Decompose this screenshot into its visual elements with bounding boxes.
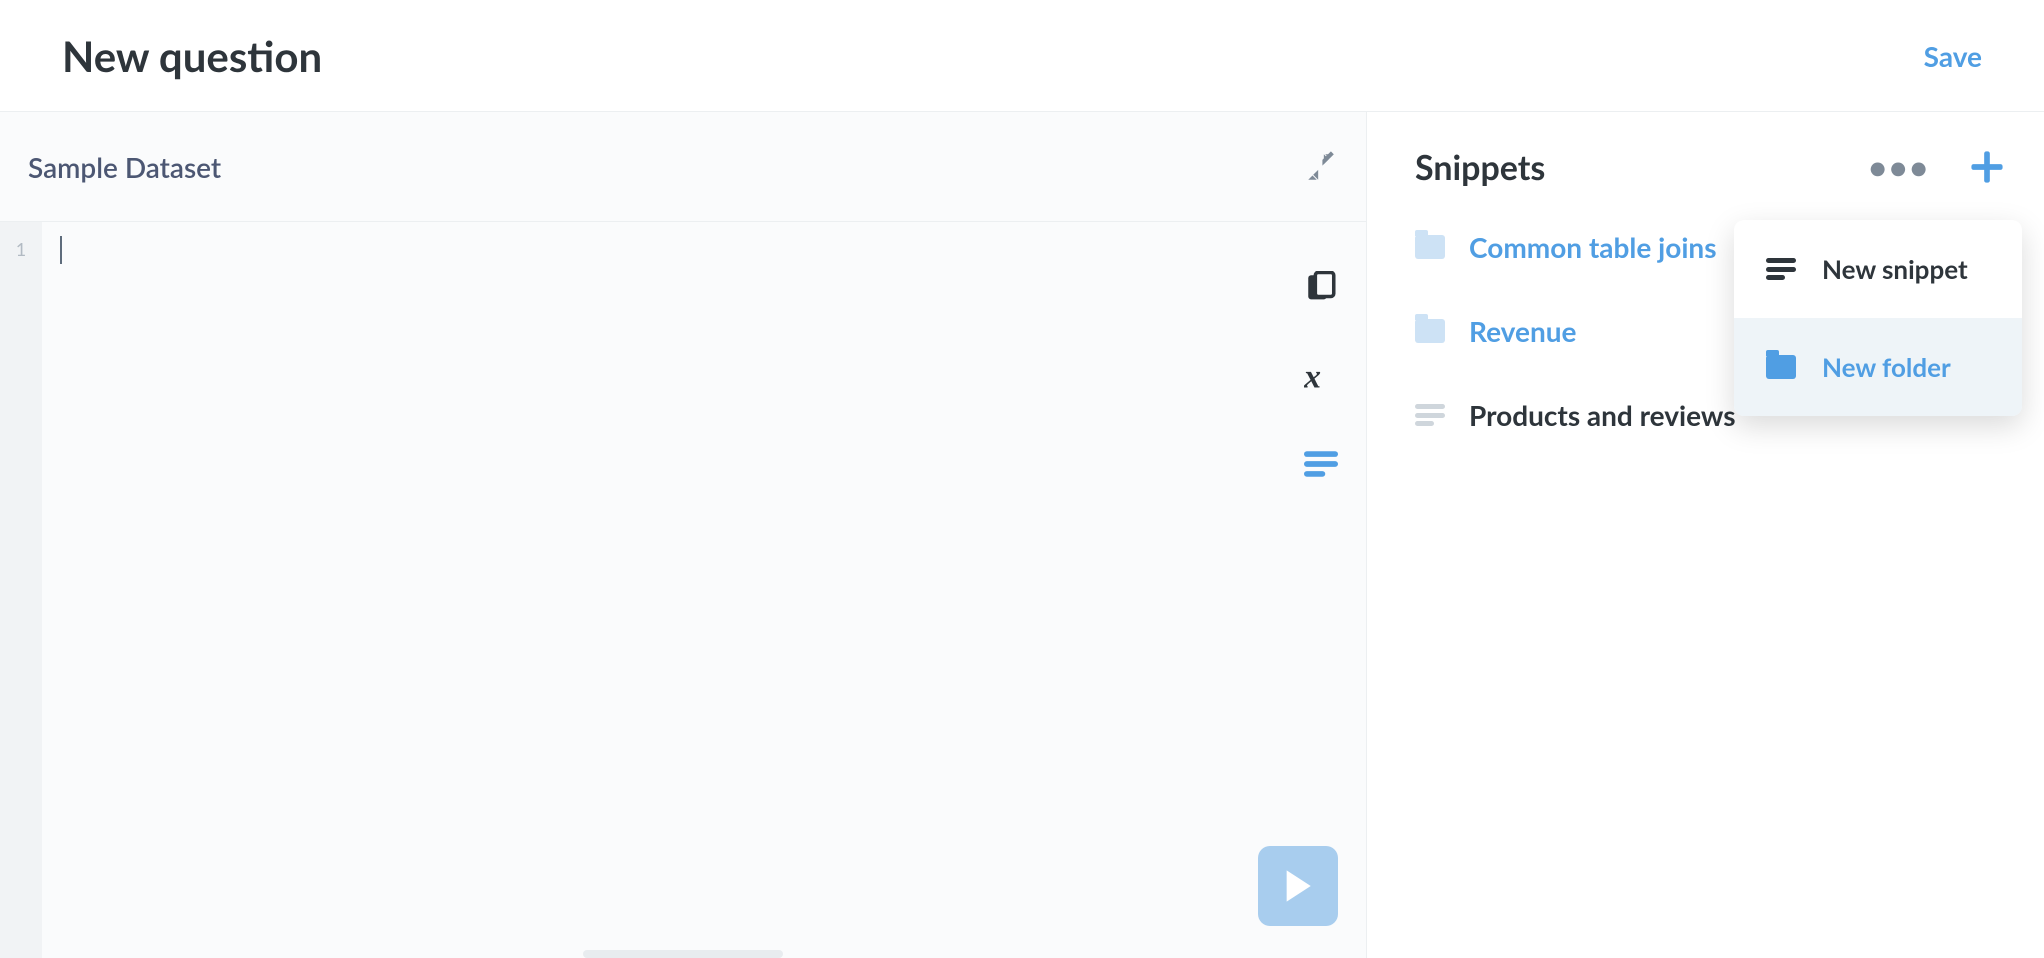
snippet-icon xyxy=(1766,258,1796,280)
new-snippet-label: New snippet xyxy=(1822,253,1968,285)
folder-icon xyxy=(1766,355,1796,379)
text-cursor xyxy=(60,236,62,264)
add-icon[interactable] xyxy=(1970,150,2004,184)
data-reference-icon[interactable] xyxy=(1301,268,1341,308)
snippets-icon[interactable] xyxy=(1301,444,1341,484)
contract-icon[interactable] xyxy=(1304,150,1338,184)
snippet-folder-label: Common table joins xyxy=(1469,230,1717,264)
new-folder-option[interactable]: New folder xyxy=(1734,318,2022,416)
body-split: Sample Dataset 1 xyxy=(0,112,2044,958)
dataset-selector[interactable]: Sample Dataset xyxy=(28,150,221,184)
editor-header: Sample Dataset xyxy=(0,112,1366,222)
page-title: New question xyxy=(62,31,322,81)
snippet-item-label: Products and reviews xyxy=(1469,398,1736,432)
add-popover: New snippet New folder xyxy=(1734,220,2022,416)
line-gutter: 1 xyxy=(0,222,42,958)
snippets-header: Snippets ••• xyxy=(1367,112,2044,222)
play-icon xyxy=(1283,869,1313,903)
variables-icon[interactable]: x xyxy=(1301,356,1341,396)
line-number: 1 xyxy=(0,222,42,260)
svg-text:x: x xyxy=(1304,361,1321,391)
snippet-icon xyxy=(1415,404,1445,426)
snippets-title: Snippets xyxy=(1415,147,1545,188)
folder-icon xyxy=(1415,235,1445,259)
more-icon[interactable]: ••• xyxy=(1868,151,1930,183)
horizontal-scrollbar[interactable] xyxy=(583,950,783,958)
snippets-panel: Snippets ••• Common table joins Revenue xyxy=(1367,112,2044,958)
new-folder-label: New folder xyxy=(1822,351,1951,383)
editor-pane: Sample Dataset 1 xyxy=(0,112,1367,958)
sql-editor[interactable]: 1 xyxy=(0,222,1276,958)
new-snippet-option[interactable]: New snippet xyxy=(1734,220,2022,318)
folder-icon xyxy=(1415,319,1445,343)
run-query-button[interactable] xyxy=(1258,846,1338,926)
top-header: New question Save xyxy=(0,0,2044,112)
editor-body: 1 x xyxy=(0,222,1366,958)
snippets-header-actions: ••• xyxy=(1868,150,2004,184)
save-button[interactable]: Save xyxy=(1924,39,1982,73)
snippet-folder-label: Revenue xyxy=(1469,314,1576,348)
